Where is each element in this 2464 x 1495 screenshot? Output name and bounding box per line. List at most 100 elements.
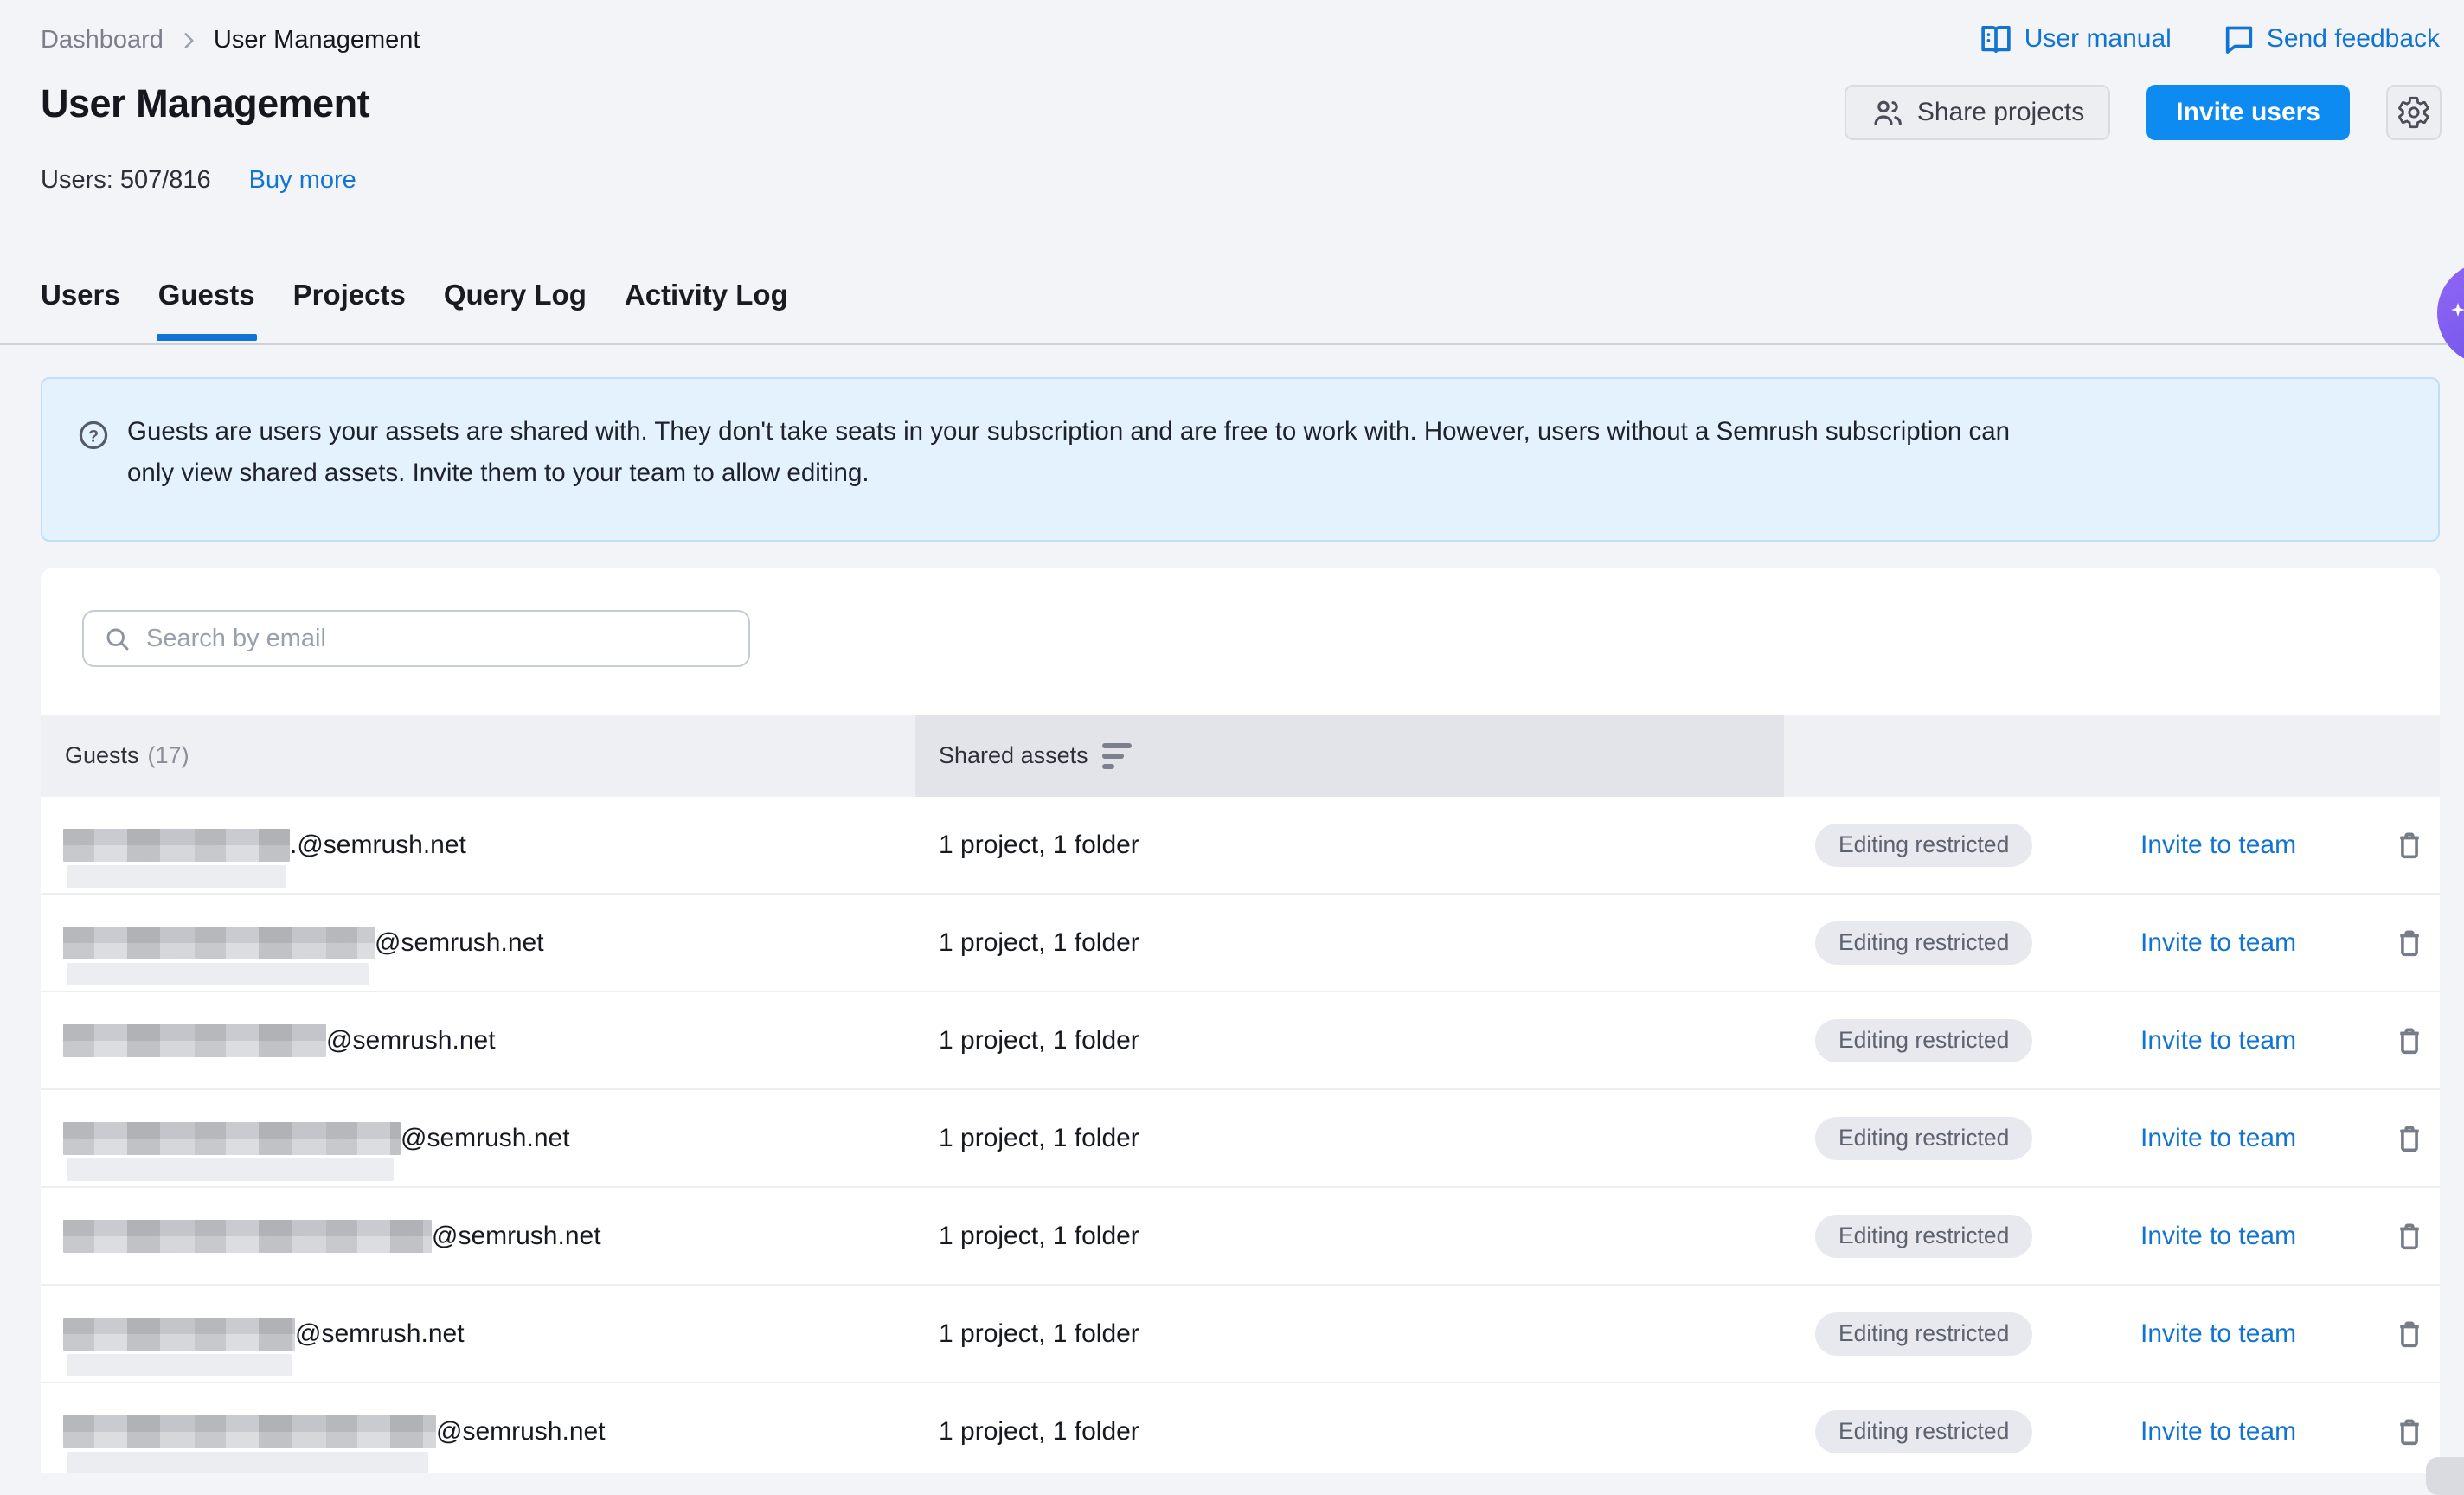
redacted-email <box>63 829 290 862</box>
guest-email-cell: .@semrush.net <box>41 829 915 862</box>
shared-assets-cell: 1 project, 1 folder <box>915 1026 1784 1055</box>
book-icon <box>1978 21 2014 57</box>
guests-column-header: Guests (17) <box>65 715 189 797</box>
guests-column-label: Guests <box>65 742 139 769</box>
users-quota: Users: 507/816 Buy more <box>41 166 356 195</box>
status-badge: Editing restricted <box>1815 1019 2032 1062</box>
shared-assets-cell: 1 project, 1 folder <box>915 831 1784 860</box>
settings-button[interactable] <box>2386 85 2442 140</box>
invite-to-team-link[interactable]: Invite to team <box>2140 1319 2296 1349</box>
trash-icon[interactable] <box>2393 927 2426 959</box>
row-actions: Editing restricted Invite to team <box>1784 1383 2440 1473</box>
guests-table-body: .@semrush.net 1 project, 1 folder Editin… <box>41 797 2440 1473</box>
svg-text:?: ? <box>88 427 99 446</box>
trash-icon[interactable] <box>2393 1024 2426 1057</box>
trash-icon[interactable] <box>2393 1318 2426 1351</box>
status-badge: Editing restricted <box>1815 1410 2032 1453</box>
invite-users-button[interactable]: Invite users <box>2146 85 2350 140</box>
trash-icon[interactable] <box>2393 1220 2426 1253</box>
breadcrumb: Dashboard User Management <box>41 26 420 55</box>
buy-more-link[interactable]: Buy more <box>249 166 356 195</box>
guest-email-cell: @semrush.net <box>41 1024 915 1057</box>
guest-email-cell: @semrush.net <box>41 1415 915 1448</box>
invite-to-team-link[interactable]: Invite to team <box>2140 1222 2296 1251</box>
guest-email-cell: @semrush.net <box>41 1220 915 1253</box>
page-title: User Management <box>41 81 369 126</box>
shared-assets-cell: 1 project, 1 folder <box>915 1222 1784 1251</box>
trash-icon[interactable] <box>2393 1122 2426 1155</box>
table-header: Guests (17) Shared assets <box>41 715 2440 797</box>
shared-assets-cell: 1 project, 1 folder <box>915 928 1784 958</box>
email-suffix: .@semrush.net <box>290 831 466 860</box>
tab-users[interactable]: Users <box>41 279 120 343</box>
invite-to-team-link[interactable]: Invite to team <box>2140 1417 2296 1447</box>
tabs: Users Guests Projects Query Log Activity Log <box>41 279 788 343</box>
status-badge: Editing restricted <box>1815 1215 2032 1258</box>
user-management-page: { "breadcrumb": { "dashboard": "Dashboar… <box>0 0 2464 1473</box>
info-banner: ? Guests are users your assets are share… <box>41 377 2440 542</box>
redacted-email <box>63 1318 295 1351</box>
invite-to-team-link[interactable]: Invite to team <box>2140 1124 2296 1153</box>
guests-count: (17) <box>148 742 189 769</box>
email-suffix: @semrush.net <box>432 1222 601 1251</box>
guest-email-cell: @semrush.net <box>41 1318 915 1351</box>
corner-widget-peek <box>2426 1457 2464 1495</box>
email-suffix: @semrush.net <box>375 928 544 958</box>
table-row: .@semrush.net 1 project, 1 folder Editin… <box>41 797 2440 895</box>
ai-assistant-fab[interactable] <box>2437 261 2464 365</box>
redacted-email <box>63 1122 401 1155</box>
shared-assets-column-label: Shared assets <box>939 742 1088 769</box>
email-suffix: @semrush.net <box>326 1026 496 1055</box>
status-badge: Editing restricted <box>1815 824 2032 867</box>
content-card: Guests (17) Shared assets .@semrush.net … <box>41 568 2440 1473</box>
shared-assets-column-header[interactable]: Shared assets <box>939 715 1133 797</box>
redacted-email <box>63 1415 436 1448</box>
table-row: @semrush.net 1 project, 1 folder Editing… <box>41 1286 2440 1383</box>
table-row: @semrush.net 1 project, 1 folder Editing… <box>41 1090 2440 1188</box>
user-manual-link[interactable]: User manual <box>1978 21 2172 57</box>
send-feedback-label: Send feedback <box>2267 24 2440 54</box>
send-feedback-link[interactable]: Send feedback <box>2222 22 2440 56</box>
row-actions: Editing restricted Invite to team <box>1784 1286 2440 1382</box>
chat-bubble-icon <box>2222 22 2256 56</box>
tab-query-log[interactable]: Query Log <box>444 279 587 343</box>
status-badge: Editing restricted <box>1815 1117 2032 1160</box>
users-quota-label: Users: 507/816 <box>41 166 211 195</box>
invite-to-team-link[interactable]: Invite to team <box>2140 1026 2296 1055</box>
tab-activity-log[interactable]: Activity Log <box>625 279 788 343</box>
tab-projects[interactable]: Projects <box>293 279 406 343</box>
breadcrumb-dashboard-link[interactable]: Dashboard <box>41 26 164 55</box>
share-projects-button[interactable]: Share projects <box>1845 85 2110 140</box>
trash-icon[interactable] <box>2393 829 2426 862</box>
table-row: @semrush.net 1 project, 1 folder Editing… <box>41 895 2440 992</box>
user-manual-label: User manual <box>2024 24 2172 54</box>
redacted-email <box>63 1024 326 1057</box>
email-suffix: @semrush.net <box>401 1124 570 1153</box>
email-suffix: @semrush.net <box>436 1417 606 1447</box>
redacted-email <box>63 927 375 959</box>
shared-assets-cell: 1 project, 1 folder <box>915 1124 1784 1153</box>
redacted-email <box>63 1220 432 1253</box>
search-box <box>82 610 750 667</box>
row-actions: Editing restricted Invite to team <box>1784 895 2440 991</box>
sparkle-icon <box>2451 303 2464 317</box>
header-links: User manual Send feedback <box>1978 21 2440 57</box>
breadcrumb-current: User Management <box>214 26 420 55</box>
chevron-right-icon <box>177 29 200 52</box>
shared-assets-cell: 1 project, 1 folder <box>915 1417 1784 1447</box>
share-projects-label: Share projects <box>1917 98 2084 127</box>
row-actions: Editing restricted Invite to team <box>1784 992 2440 1088</box>
row-actions: Editing restricted Invite to team <box>1784 1090 2440 1186</box>
table-row: @semrush.net 1 project, 1 folder Editing… <box>41 1188 2440 1286</box>
invite-to-team-link[interactable]: Invite to team <box>2140 831 2296 860</box>
trash-icon[interactable] <box>2393 1415 2426 1448</box>
sort-descending-icon <box>1102 743 1133 769</box>
search-input[interactable] <box>144 624 702 654</box>
row-actions: Editing restricted Invite to team <box>1784 1188 2440 1284</box>
invite-to-team-link[interactable]: Invite to team <box>2140 928 2296 958</box>
status-badge: Editing restricted <box>1815 921 2032 965</box>
guest-email-cell: @semrush.net <box>41 927 915 959</box>
people-icon <box>1870 95 1905 130</box>
tab-guests[interactable]: Guests <box>158 279 255 343</box>
gear-icon <box>2397 95 2431 130</box>
